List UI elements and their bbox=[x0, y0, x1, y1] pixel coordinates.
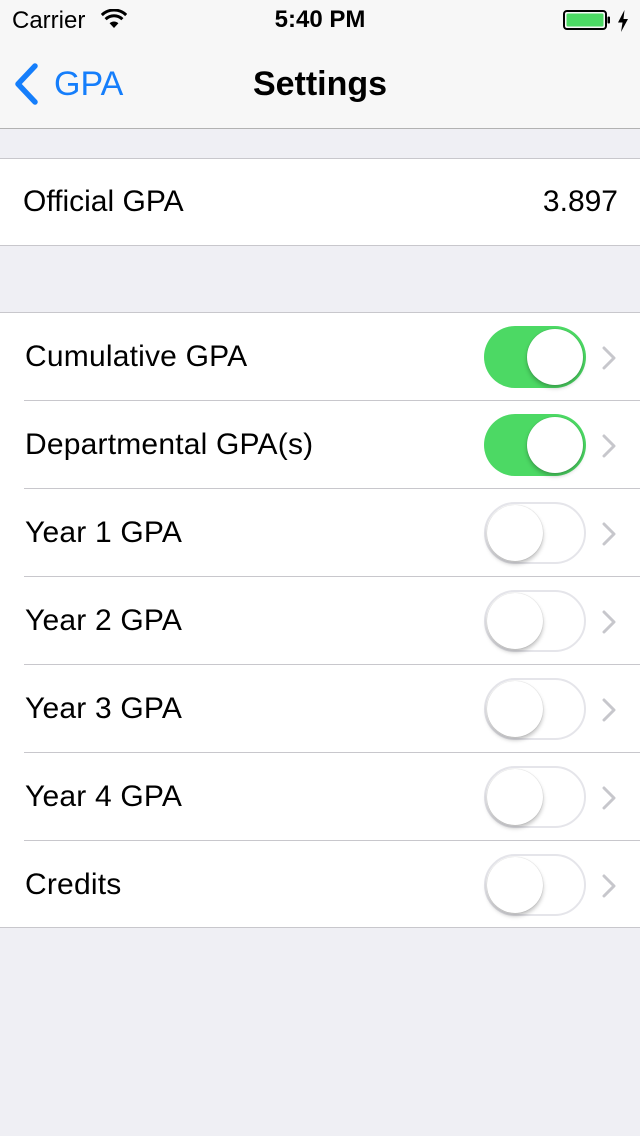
chevron-right-icon[interactable] bbox=[601, 786, 617, 810]
settings-row-year-2-gpa[interactable]: Year 2 GPA bbox=[0, 577, 640, 665]
settings-row-year-1-gpa[interactable]: Year 1 GPA bbox=[0, 489, 640, 577]
row-label: Year 2 GPA bbox=[25, 604, 183, 637]
cumulative-gpa-switch[interactable] bbox=[484, 326, 586, 388]
row-label: Departmental GPA(s) bbox=[25, 428, 314, 461]
year-4-gpa-switch[interactable] bbox=[484, 766, 586, 828]
row-label: Year 1 GPA bbox=[25, 516, 183, 549]
settings-row-year-4-gpa[interactable]: Year 4 GPA bbox=[0, 753, 640, 841]
row-label: Year 3 GPA bbox=[25, 692, 183, 725]
chevron-right-icon[interactable] bbox=[601, 698, 617, 722]
chevron-right-icon[interactable] bbox=[601, 874, 617, 898]
switch-knob bbox=[527, 329, 583, 385]
chevron-right-icon[interactable] bbox=[601, 346, 617, 370]
battery-icon bbox=[563, 10, 610, 30]
chevron-right-icon[interactable] bbox=[601, 610, 617, 634]
credits-switch[interactable] bbox=[484, 854, 586, 916]
row-label: Credits bbox=[25, 868, 122, 901]
year-1-gpa-switch[interactable] bbox=[484, 502, 586, 564]
status-time: 5:40 PM bbox=[274, 6, 366, 33]
switch-knob bbox=[487, 857, 543, 913]
departmental-gpa-switch[interactable] bbox=[484, 414, 586, 476]
switch-knob bbox=[487, 769, 543, 825]
official-gpa-value: 3.897 bbox=[542, 185, 618, 218]
settings-row-year-3-gpa[interactable]: Year 3 GPA bbox=[0, 665, 640, 753]
status-bar: Carrier 5:40 PM bbox=[0, 0, 640, 40]
chevron-right-icon[interactable] bbox=[601, 522, 617, 546]
year-2-gpa-switch[interactable] bbox=[484, 590, 586, 652]
charging-icon bbox=[618, 10, 628, 32]
switch-knob bbox=[487, 505, 543, 561]
gpa-toggles-group: Cumulative GPA Departmental GPA(s) Year … bbox=[0, 312, 640, 928]
settings-row-departmental-gpa[interactable]: Departmental GPA(s) bbox=[0, 401, 640, 489]
switch-knob bbox=[487, 593, 543, 649]
settings-row-credits[interactable]: Credits bbox=[0, 841, 640, 929]
row-label: Cumulative GPA bbox=[25, 340, 248, 373]
page-title: Settings bbox=[252, 65, 388, 103]
official-gpa-group: Official GPA 3.897 bbox=[0, 158, 640, 246]
navigation-bar: GPA Settings bbox=[0, 40, 640, 128]
year-3-gpa-switch[interactable] bbox=[484, 678, 586, 740]
settings-row-cumulative-gpa[interactable]: Cumulative GPA bbox=[0, 313, 640, 401]
top-bar: Carrier 5:40 PM GPA Settings bbox=[0, 0, 640, 129]
switch-knob bbox=[487, 681, 543, 737]
switch-knob bbox=[527, 417, 583, 473]
official-gpa-label: Official GPA bbox=[23, 185, 184, 218]
chevron-right-icon[interactable] bbox=[601, 434, 617, 458]
official-gpa-row: Official GPA 3.897 bbox=[0, 159, 640, 245]
row-label: Year 4 GPA bbox=[25, 780, 183, 813]
